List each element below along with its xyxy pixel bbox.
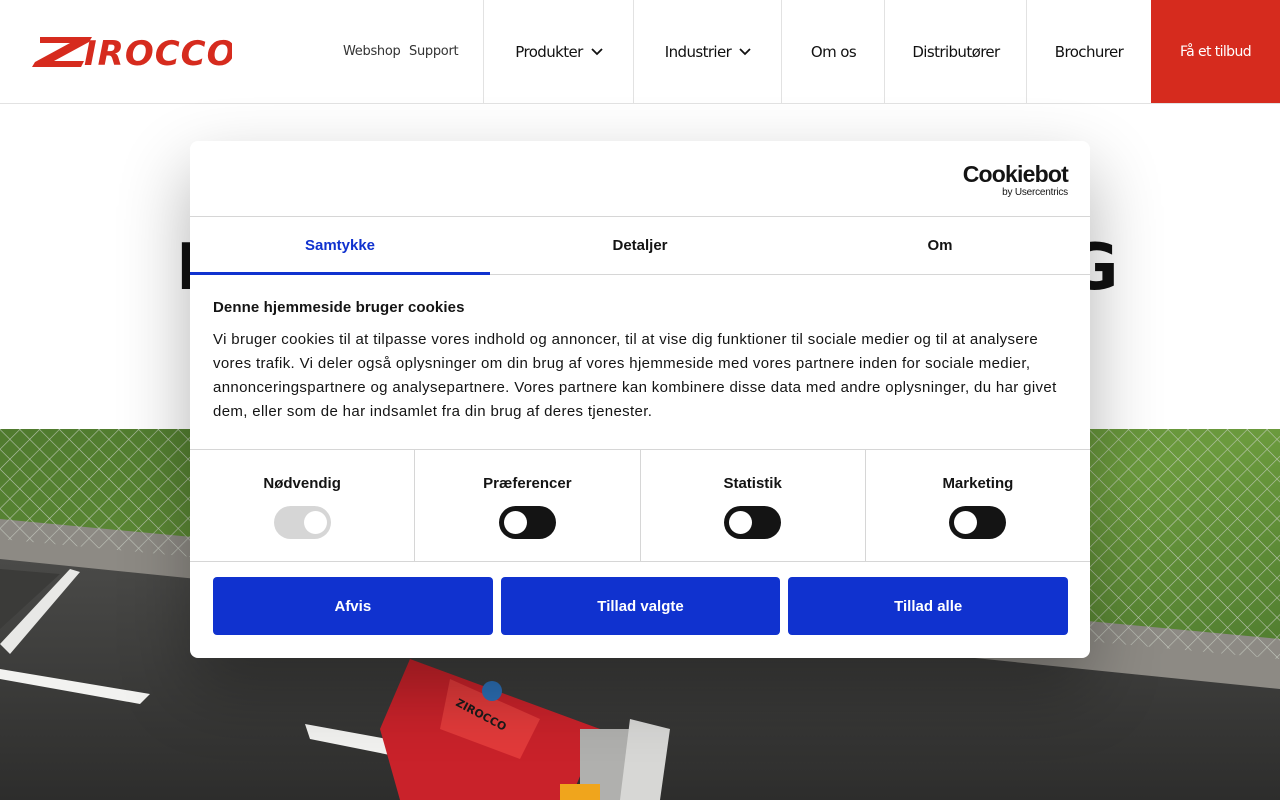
webshop-link[interactable]: Webshop [343,0,401,103]
nav-produkter-label: Produkter [515,42,583,61]
consent-categories: Nødvendig Præferencer Statistik Marketin… [190,449,1090,562]
toggle-knob [303,511,327,534]
toggle-knob [729,511,753,534]
marketing-toggle[interactable] [949,506,1007,539]
statistik-toggle[interactable] [724,506,782,539]
get-quote-button[interactable]: Få et tilbud [1151,0,1280,103]
category-label: Nødvendig [263,475,341,492]
tab-detaljer[interactable]: Detaljer [490,217,790,274]
nav-distributorer-label: Distributører [912,42,1000,61]
nav-produkter[interactable]: Produkter [483,0,634,103]
toggle-knob [503,511,527,534]
allow-selected-button[interactable]: Tillad valgte [500,577,781,635]
category-label: Præferencer [483,475,572,492]
tab-samtykke[interactable]: Samtykke [190,217,490,275]
site-header: IROCCO Webshop Support Produkter Industr… [0,0,1280,104]
category-statistik: Statistik [639,450,865,561]
svg-text:IROCCO: IROCCO [84,34,232,70]
tab-om[interactable]: Om [790,217,1090,274]
chevron-down-icon [591,47,603,55]
cookie-consent-dialog: Cookiebot by Usercentrics Samtykke Detal… [190,141,1090,658]
zirocco-logo[interactable]: IROCCO [32,34,232,70]
deny-button[interactable]: Afvis [213,577,493,635]
dialog-header: Cookiebot by Usercentrics [190,141,1090,217]
category-label: Marketing [942,475,1014,492]
nav-om-os-label: Om os [810,42,857,61]
category-nodvendig: Nødvendig [190,450,414,561]
nav-brochurer[interactable]: Brochurer [1026,0,1151,103]
nodvendig-toggle [273,506,331,539]
consent-body: Denne hjemmeside bruger cookies Vi bruge… [190,275,1090,449]
page: IROCCO Webshop Support Produkter Industr… [0,0,1280,800]
consent-tabs: Samtykke Detaljer Om [190,217,1090,275]
consent-buttons: Afvis Tillad valgte Tillad alle [190,562,1090,635]
consent-heading: Denne hjemmeside bruger cookies [213,299,465,316]
chevron-down-icon [739,47,751,55]
toggle-knob [954,511,978,534]
praeferencer-toggle[interactable] [498,506,556,539]
category-praeferencer: Præferencer [414,450,639,561]
nav-industrier[interactable]: Industrier [633,0,782,103]
support-link[interactable]: Support [409,0,459,103]
cookiebot-subline: by Usercentrics [1002,187,1068,198]
nav-brochurer-label: Brochurer [1054,42,1124,61]
consent-description: Vi bruger cookies til at tilpasse vores … [213,331,1057,420]
nav-industrier-label: Industrier [664,42,732,61]
allow-all-button[interactable]: Tillad alle [788,577,1069,635]
nav-om-os[interactable]: Om os [781,0,885,103]
cookiebot-logo[interactable]: Cookiebot by Usercentrics [962,161,1069,199]
nav-distributorer[interactable]: Distributører [884,0,1027,103]
category-label: Statistik [723,475,782,492]
cookiebot-wordmark: Cookiebot [962,161,1069,187]
category-marketing: Marketing [864,450,1090,561]
